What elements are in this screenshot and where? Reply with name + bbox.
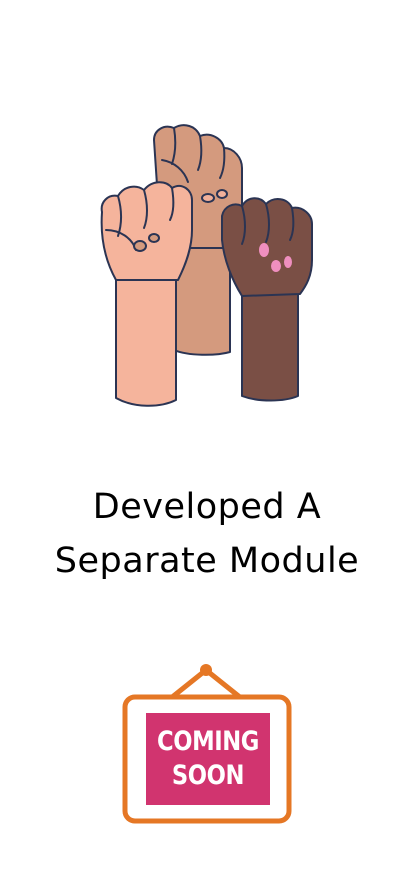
headline-line-1: Developed A <box>92 487 322 527</box>
raised-fists-icon <box>100 124 313 407</box>
headline-line-2: Separate Module <box>54 541 360 581</box>
headline: Developed A Separate Module <box>0 480 414 588</box>
coming-soon-line-2: SOON <box>171 760 245 791</box>
coming-soon-label: COMING SOON <box>156 713 260 805</box>
coming-soon-line-1: COMING <box>156 726 260 757</box>
